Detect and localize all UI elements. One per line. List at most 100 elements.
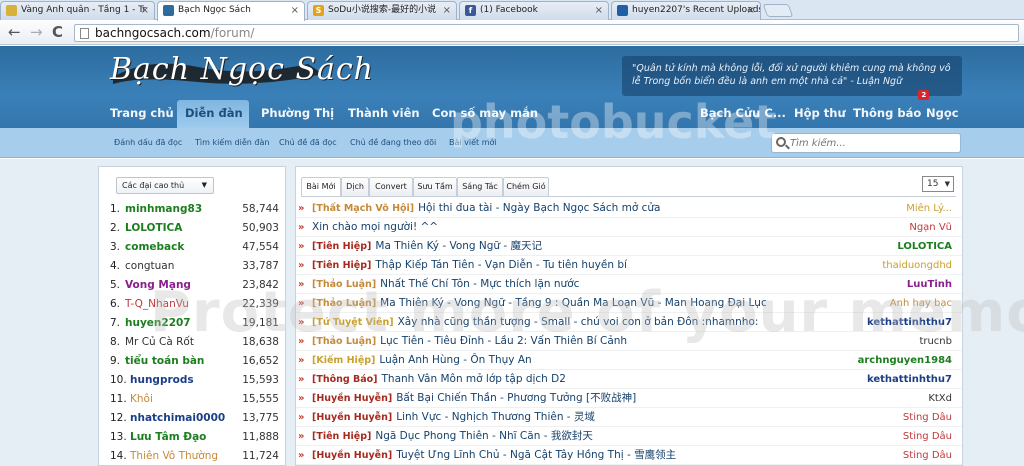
ranking-username[interactable]: minhmang83 <box>125 200 202 219</box>
thread-poster[interactable]: kethattinhthu7 <box>867 370 952 389</box>
thread-poster[interactable]: LOLOTICA <box>897 237 952 256</box>
thread-title[interactable]: Hội thi đua tài - Ngày Bạch Ngọc Sách mở… <box>418 202 660 214</box>
thread-title[interactable]: Thập Kiếp Tán Tiên - Vạn Diễn - Tu tiên … <box>375 259 627 271</box>
ranking-username[interactable]: hungprods <box>130 371 194 390</box>
thread-poster[interactable]: kethattinhthu7 <box>867 313 952 332</box>
tab-translated[interactable]: Dịch <box>341 177 369 196</box>
thread-title[interactable]: Ma Thiên Ký - Vong Ngữ - Tầng 9 : Quần M… <box>380 297 767 309</box>
tab-chitchat[interactable]: Chém Gió <box>503 177 549 196</box>
thread-prefix[interactable]: [Tiên Hiệp] <box>312 431 371 442</box>
tab-close-icon[interactable]: × <box>141 2 149 19</box>
thread-prefix[interactable]: [Thảo Luận] <box>312 279 376 290</box>
ranking-dropdown[interactable]: Các đại cao thủ ▼ <box>116 177 214 194</box>
tab-close-icon[interactable]: × <box>291 2 299 19</box>
subnav-search-forum[interactable]: Tìm kiếm diễn đàn <box>195 138 269 147</box>
subnav-mark-read[interactable]: Đánh dấu đã đọc <box>114 138 182 147</box>
thread-poster[interactable]: Anh hay bạc <box>890 294 952 313</box>
ranking-username[interactable]: Lưu Tâm Đạo <box>130 428 206 447</box>
nav-lucky-number[interactable]: Con số may mắn <box>424 100 546 128</box>
ranking-username[interactable]: nhatchimai0000 <box>130 409 225 428</box>
nav-notifications[interactable]: Thông báo 2 <box>845 90 930 128</box>
ranking-username[interactable]: Vong Mạng <box>125 276 191 295</box>
thread-prefix[interactable]: [Tứ Tuyệt Viên] <box>312 317 394 328</box>
tab-collected[interactable]: Sưu Tầm <box>413 177 457 196</box>
thread-poster[interactable]: thaiduongdhd <box>882 256 952 275</box>
thread-title[interactable]: Bất Bại Chiến Thần - Phương Tưởng [不败战神] <box>396 392 636 404</box>
thread-title[interactable]: Thanh Vân Môn mở lớp tập dịch D2 <box>382 373 566 385</box>
browser-tab-1[interactable]: Bạch Ngọc Sách × <box>157 1 305 21</box>
thread-poster[interactable]: trucnb <box>919 332 952 351</box>
tab-close-icon[interactable]: × <box>747 2 755 19</box>
browser-tab-0[interactable]: Vàng Anh quân - Tầng 1 - Tr × <box>0 1 155 20</box>
thread-title[interactable]: Xây nhà cũng thần tượng - Small - chú vo… <box>398 316 759 328</box>
thread-title[interactable]: Nhất Thế Chí Tôn - Mực thích lặn nước <box>380 278 579 290</box>
site-logo[interactable]: Bạch Ngọc Sách <box>110 52 374 87</box>
thread-poster[interactable]: archnguyen1984 <box>858 351 952 370</box>
thread-title[interactable]: Xin chào mọi người! ^^ <box>312 221 438 233</box>
thread-title[interactable]: Ma Thiên Ký - Vong Ngữ - 魔天记 <box>375 240 542 252</box>
thread-poster[interactable]: Ngạn Vũ <box>909 218 952 237</box>
thread-title[interactable]: Lục Tiên - Tiêu Đỉnh - Lầu 2: Vấn Thiên … <box>380 335 627 347</box>
thread-prefix[interactable]: [Huyền Huyễn] <box>312 393 392 404</box>
browser-tab-3[interactable]: f (1) Facebook × <box>459 1 609 20</box>
ranking-username[interactable]: LOLOTICA <box>125 219 182 238</box>
browser-tab-2[interactable]: S SoDu小说搜索-最好的小说 × <box>307 1 457 20</box>
new-tab-button[interactable] <box>762 4 794 17</box>
thread-prefix[interactable]: [Kiếm Hiệp] <box>312 355 375 366</box>
thread-prefix[interactable]: [Thông Báo] <box>312 374 378 385</box>
nav-inbox[interactable]: Hộp thư <box>786 100 854 128</box>
ranking-score: 33,787 <box>242 260 279 272</box>
thread-prefix[interactable]: [Thảo Luận] <box>312 336 376 347</box>
thread-title[interactable]: Linh Vực - Nghịch Thương Thiên - 灵域 <box>396 411 595 423</box>
ranking-username[interactable]: tiểu toán bàn <box>125 352 204 371</box>
thread-prefix[interactable]: [Tiên Hiệp] <box>312 241 371 252</box>
thread-title[interactable]: Luận Anh Hùng - Ôn Thụy An <box>379 354 531 366</box>
address-bar[interactable]: bachngocsach.com/forum/ <box>74 24 1019 42</box>
thread-poster[interactable]: Sting Dâu <box>903 446 952 465</box>
thread-poster[interactable]: Sting Dâu <box>903 408 952 427</box>
thread-poster[interactable]: Sting Dâu <box>903 427 952 446</box>
subnav-new-posts[interactable]: Bài viết mới <box>449 138 497 147</box>
tab-close-icon[interactable]: × <box>595 2 603 19</box>
per-page-select[interactable]: 15 ▼ <box>922 176 954 192</box>
forward-arrow-icon[interactable]: → <box>30 24 43 41</box>
thread-prefix[interactable]: [Thất Mạch Võ Hội] <box>312 203 414 214</box>
nav-home[interactable]: Trang chủ <box>102 100 182 128</box>
nav-gems[interactable]: Ngọc <box>918 100 967 128</box>
ranking-username[interactable]: huyen2207 <box>125 314 191 333</box>
thread-title[interactable]: Tuyệt Ưng Lĩnh Chủ - Ngã Cật Tây Hồng Th… <box>396 449 676 461</box>
ranking-username[interactable]: congtuan <box>125 257 174 276</box>
ranking-username[interactable]: comeback <box>125 238 184 257</box>
nav-user-menu[interactable]: Bạch Cửu C... <box>692 100 794 128</box>
thread-prefix[interactable]: [Tiên Hiệp] <box>312 260 371 271</box>
tab-original[interactable]: Sáng Tác <box>457 177 503 196</box>
thread-prefix[interactable]: [Huyền Huyễn] <box>312 450 392 461</box>
browser-tab-title: huyen2207's Recent Uploads <box>632 5 761 15</box>
subnav-read-threads[interactable]: Chủ đề đã đọc <box>279 138 337 147</box>
search-icon[interactable] <box>776 137 786 147</box>
tab-new-posts[interactable]: Bài Mới <box>301 177 341 197</box>
subnav-watched-threads[interactable]: Chủ đề đang theo dõi <box>350 138 436 147</box>
ranking-username[interactable]: Mr Củ Cà Rốt <box>125 333 194 352</box>
thread-title[interactable]: Ngã Dục Phong Thiên - Nhĩ Căn - 我欲封天 <box>375 430 592 442</box>
ranking-username[interactable]: T-Q_NhanVu <box>125 295 189 314</box>
browser-tab-4[interactable]: huyen2207's Recent Uploads × <box>611 1 761 20</box>
thread-prefix[interactable]: [Huyền Huyễn] <box>312 412 392 423</box>
nav-forum[interactable]: Diễn đàn <box>177 100 249 128</box>
nav-market[interactable]: Phường Thị <box>253 100 342 128</box>
thread-poster[interactable]: Miên Lý... <box>906 199 952 218</box>
nav-members[interactable]: Thành viên <box>340 100 428 128</box>
double-arrow-icon: » <box>298 298 305 309</box>
thread-poster[interactable]: LuuTinh <box>907 275 952 294</box>
ranking-username[interactable]: Thiên Vô Thường <box>130 447 218 466</box>
tab-favicon-icon <box>617 5 628 16</box>
tab-close-icon[interactable]: × <box>443 2 451 19</box>
thread-prefix[interactable]: [Thảo Luận] <box>312 298 376 309</box>
thread-line: [Tiên Hiệp] Ma Thiên Ký - Vong Ngữ - 魔天记 <box>312 237 542 256</box>
back-arrow-icon[interactable]: ← <box>8 24 21 41</box>
thread-poster[interactable]: KtXd <box>928 389 952 408</box>
tab-convert[interactable]: Convert <box>369 177 413 196</box>
forum-search-input[interactable] <box>790 136 955 151</box>
ranking-username[interactable]: Khôi <box>130 390 153 409</box>
reload-icon[interactable]: C <box>52 24 63 41</box>
